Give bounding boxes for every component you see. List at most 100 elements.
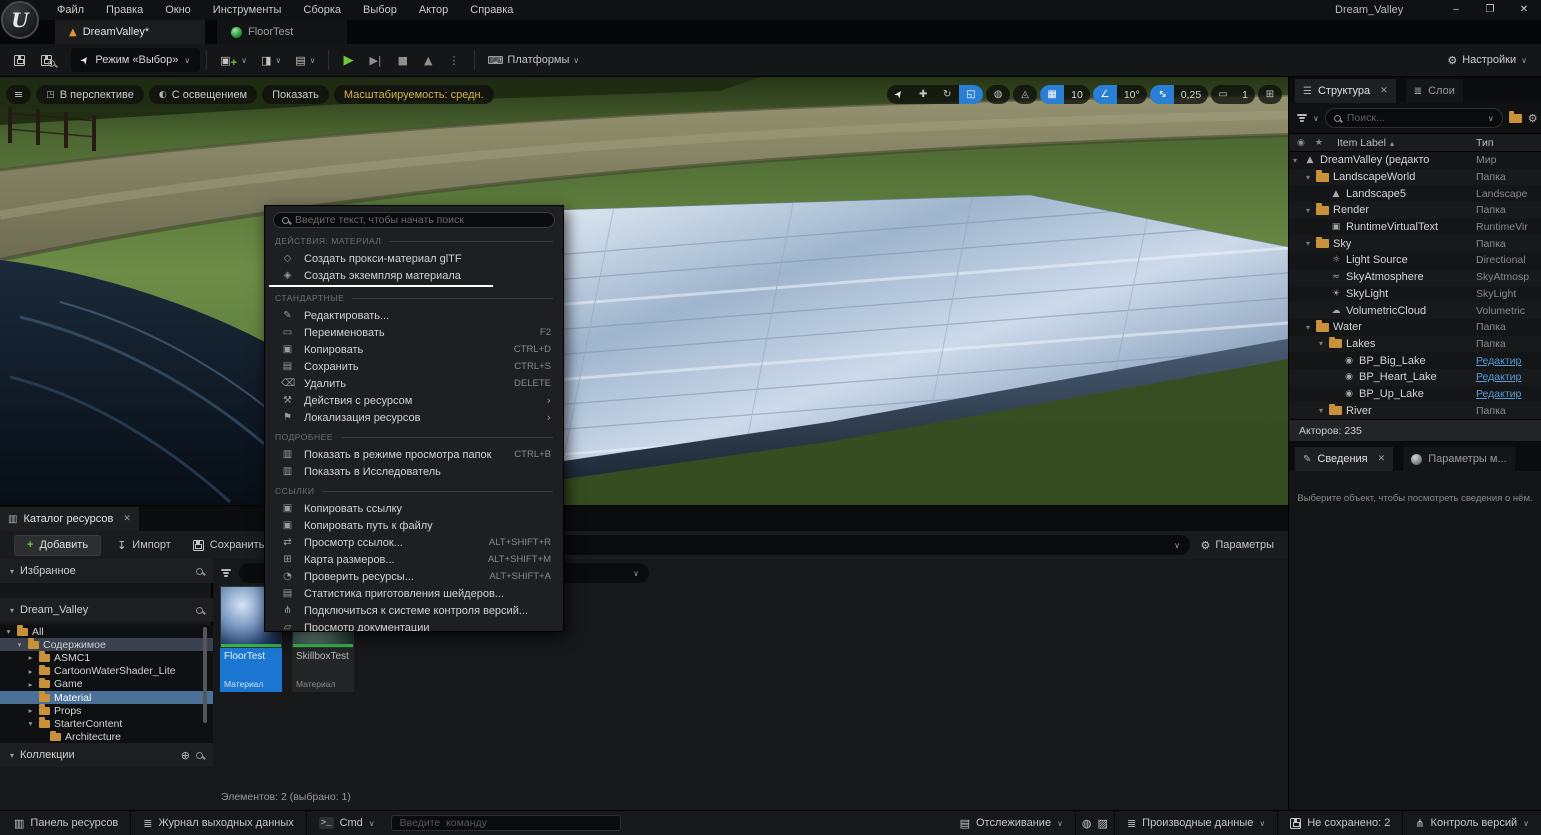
tab-level-dreamvalley[interactable]: ▲ DreamValley* xyxy=(55,20,205,44)
filter-icon[interactable] xyxy=(1297,114,1307,122)
outliner-item-type[interactable]: Редактир xyxy=(1476,388,1538,400)
outliner-row[interactable]: ▾RiverПапка xyxy=(1289,402,1541,419)
view-mode-dropdown[interactable]: ◐С освещением xyxy=(149,85,257,104)
expand-arrow-icon[interactable]: ▸ xyxy=(26,653,35,662)
expand-arrow-icon[interactable]: ▾ xyxy=(1319,406,1329,415)
rotation-snap-value[interactable]: 10° xyxy=(1117,85,1147,104)
outliner-row[interactable]: ☼Light SourceDirectional xyxy=(1289,252,1541,269)
blueprints-dropdown[interactable]: ◨∨ xyxy=(254,47,288,73)
menu-item-explorer[interactable]: ▥Показать в Исследователь xyxy=(265,463,563,480)
platforms-dropdown[interactable]: ⌨Платформы∨ xyxy=(481,47,587,73)
menubar-item-2[interactable]: Правка xyxy=(95,0,154,20)
folder-tree-item[interactable]: ▸ASMC1 xyxy=(0,651,213,664)
menubar-item-6[interactable]: Выбор xyxy=(352,0,408,20)
perspective-dropdown[interactable]: ◳В перспективе xyxy=(36,85,144,104)
minimize-button[interactable]: – xyxy=(1439,0,1473,20)
outliner-row[interactable]: ▣RuntimeVirtualTextRuntimeVir xyxy=(1289,219,1541,236)
scale-snap-icon[interactable]: ↔ xyxy=(1150,85,1174,104)
eject-button[interactable]: ▲ xyxy=(416,47,440,73)
snapshot-icon[interactable]: ▨ xyxy=(1098,817,1108,830)
play-options-kebab-icon[interactable]: ⋮ xyxy=(441,47,468,73)
pin-star-icon[interactable]: ★ xyxy=(1315,138,1323,148)
close-button[interactable]: ✕ xyxy=(1507,0,1541,20)
surface-snap-button[interactable]: ◬ xyxy=(1013,85,1037,104)
angle-snap-icon[interactable]: ∠ xyxy=(1093,85,1117,104)
folder-tree-item[interactable]: ▸Game xyxy=(0,678,213,691)
folder-tree-item[interactable]: ▾Содержимое xyxy=(0,638,213,651)
menu-item-folder-view[interactable]: ▥Показать в режиме просмотра папокCTRL+B xyxy=(265,446,563,463)
revision-control-dropdown[interactable]: ⋔Контроль версий∨ xyxy=(1403,811,1541,835)
outliner-row[interactable]: ▾▲DreamValley (редактоМир xyxy=(1289,152,1541,169)
column-item-label[interactable]: Item Label xyxy=(1337,137,1394,149)
close-icon[interactable]: ✕ xyxy=(1380,86,1388,96)
menu-item-size-map[interactable]: ⊞Карта размеров...ALT+SHIFT+M xyxy=(265,551,563,568)
menu-item-source-control[interactable]: ⋔Подключиться к системе контроля версий.… xyxy=(265,602,563,619)
insights-dropdown[interactable]: ▤Отслеживание∨ xyxy=(948,811,1076,835)
outliner-row[interactable]: ◉BP_Up_LakeРедактир xyxy=(1289,386,1541,403)
grid-snap-value[interactable]: 10 xyxy=(1064,85,1090,104)
tab-layers[interactable]: ≣ Слои xyxy=(1406,79,1463,103)
expand-arrow-icon[interactable]: ▸ xyxy=(26,667,35,676)
expand-arrow-icon[interactable]: ▾ xyxy=(1306,173,1316,182)
select-tool-button[interactable]: ➤ xyxy=(887,85,911,104)
step-frame-button[interactable]: ▶| xyxy=(361,47,389,73)
expand-arrow-icon[interactable]: ▾ xyxy=(1306,206,1316,215)
cmd-dropdown[interactable]: >_Cmd∨ xyxy=(307,811,387,835)
menubar-item-4[interactable]: Инструменты xyxy=(202,0,293,20)
unreal-logo[interactable]: U xyxy=(1,1,39,39)
expand-arrow-icon[interactable]: ▾ xyxy=(15,640,24,649)
menu-item-copy-path[interactable]: ▣Копировать путь к файлу xyxy=(265,517,563,534)
camera-speed-value[interactable]: 1 xyxy=(1235,85,1255,104)
folder-tree-item[interactable]: Architecture xyxy=(0,731,213,744)
outliner-row[interactable]: ▾RenderПапка xyxy=(1289,202,1541,219)
output-log-button[interactable]: ≣Журнал выходных данных xyxy=(131,811,306,835)
outliner-row[interactable]: ☁VolumetricCloudVolumetric xyxy=(1289,302,1541,319)
column-type[interactable]: Тип xyxy=(1476,137,1494,149)
tab-details[interactable]: ✎ Сведения ✕ xyxy=(1295,447,1393,471)
add-asset-button[interactable]: +Добавить xyxy=(14,535,101,556)
grid-snap-icon[interactable]: ▦ xyxy=(1040,85,1064,104)
tab-content-browser[interactable]: ▥ Каталог ресурсов ✕ xyxy=(0,507,139,531)
menu-item-duplicate[interactable]: ▣КопироватьCTRL+D xyxy=(265,341,563,358)
rotate-tool-button[interactable]: ↻ xyxy=(935,85,959,104)
play-button[interactable]: ▶ xyxy=(335,47,361,73)
context-menu-search[interactable] xyxy=(273,212,555,228)
console-command-input[interactable] xyxy=(391,815,621,831)
tab-asset-floortest[interactable]: FloorTest xyxy=(217,20,347,44)
unsaved-changes-button[interactable]: Не сохранено: 2 xyxy=(1278,811,1403,835)
menubar-item-1[interactable]: Файл xyxy=(46,0,95,20)
add-actor-dropdown[interactable]: ▣+∨ xyxy=(213,47,254,73)
outliner-row[interactable]: ▾LakesПапка xyxy=(1289,336,1541,353)
menu-item-material-instance[interactable]: ◈Создать экземпляр материала xyxy=(265,267,563,284)
project-header[interactable]: ▾ Dream_Valley xyxy=(0,598,213,622)
menu-item-localization[interactable]: ⚑Локализация ресурсов› xyxy=(265,409,563,426)
level-viewport[interactable]: ≡ ◳В перспективе ◐С освещением Показать … xyxy=(0,77,1288,505)
outliner-item-type[interactable]: Редактир xyxy=(1476,355,1538,367)
close-icon[interactable]: ✕ xyxy=(1378,454,1386,464)
stop-button[interactable]: ■ xyxy=(390,47,416,73)
tab-outliner[interactable]: ☰ Структура ✕ xyxy=(1295,79,1396,103)
folder-tree-item[interactable]: ▾StarterContent xyxy=(0,717,213,730)
menu-item-shader-stats[interactable]: ▤Статистика приготовления шейдеров... xyxy=(265,585,563,602)
settings-dropdown[interactable]: ⚙Настройки∨ xyxy=(1447,54,1527,67)
expand-arrow-icon[interactable]: ▾ xyxy=(1319,339,1329,348)
menu-item-audit-assets[interactable]: ◔Проверить ресурсы...ALT+SHIFT+A xyxy=(265,568,563,585)
cinematics-dropdown[interactable]: ▤∨ xyxy=(288,47,322,73)
save-current-button[interactable] xyxy=(6,47,33,73)
scalability-warning-button[interactable]: Масштабируемость: средн. xyxy=(334,85,494,104)
outliner-row[interactable]: ◉BP_Heart_LakeРедактир xyxy=(1289,369,1541,386)
menubar-item-5[interactable]: Сборка xyxy=(292,0,352,20)
outliner-row[interactable]: ▾LandscapeWorldПапка xyxy=(1289,169,1541,186)
menu-item-delete[interactable]: ⌫УдалитьDELETE xyxy=(265,375,563,392)
outliner-row[interactable]: ≈SkyAtmosphereSkyAtmosp xyxy=(1289,269,1541,286)
menu-item-copy-reference[interactable]: ▣Копировать ссылку xyxy=(265,500,563,517)
outliner-row[interactable]: ▾SkyПапка xyxy=(1289,235,1541,252)
menubar-item-7[interactable]: Актор xyxy=(408,0,459,20)
favorites-header[interactable]: ▾ Избранное xyxy=(0,559,213,583)
menu-item-save[interactable]: ▤СохранитьCTRL+S xyxy=(265,358,563,375)
editor-mode-dropdown[interactable]: ➤ Режим «Выбор» ∨ xyxy=(71,48,200,72)
viewport-options-menu[interactable]: ≡ xyxy=(6,85,31,104)
scale-tool-button[interactable]: ◱ xyxy=(959,85,983,104)
outliner-row[interactable]: ▲Landscape5Landscape xyxy=(1289,185,1541,202)
timer-icon[interactable]: ◍ xyxy=(1082,817,1092,830)
